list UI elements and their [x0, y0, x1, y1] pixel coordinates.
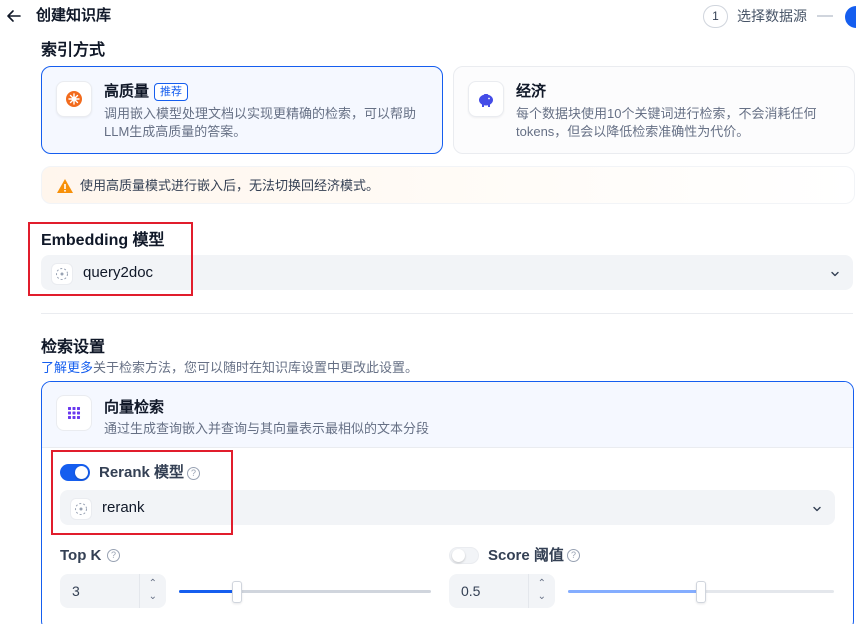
top-k-value: 3 [72, 583, 80, 599]
vector-search-title: 向量检索 [104, 399, 165, 416]
retrieval-desc-text: 关于检索方法，您可以随时在知识库设置中更改此设置。 [93, 360, 419, 375]
annotation-highlight-rerank [51, 450, 233, 535]
score-threshold-slider-fill [568, 590, 701, 593]
arrow-left-icon[interactable] [6, 7, 24, 25]
chevron-down-icon[interactable]: ⌄ [149, 592, 157, 602]
grid-dots-icon [56, 395, 92, 431]
vector-search-header: 向量检索 通过生成查询嵌入并查询与其向量表示最相似的文本分段 [42, 382, 853, 448]
score-threshold-slider-thumb[interactable] [696, 581, 706, 603]
score-threshold-slider[interactable] [568, 581, 834, 603]
score-threshold-value: 0.5 [461, 583, 481, 599]
option-title: 经济 [516, 83, 547, 100]
score-threshold-label: Score 阈值 [488, 547, 564, 564]
active-step-indicator [845, 6, 856, 28]
index-option-high-quality[interactable]: 高质量 推荐 调用嵌入模型处理文档以实现更精确的检索，可以帮助LLM生成高质量的… [41, 66, 443, 154]
top-k-slider[interactable] [179, 581, 431, 603]
chevron-down-icon [811, 502, 823, 514]
option-title: 高质量 [104, 83, 150, 100]
recommended-badge: 推荐 [154, 83, 188, 101]
index-method-title: 索引方式 [41, 42, 106, 59]
retrieval-settings-description: 了解更多关于检索方法，您可以随时在知识库设置中更改此设置。 [41, 360, 418, 376]
help-circle-icon[interactable]: ? [107, 549, 120, 562]
help-circle-icon[interactable]: ? [567, 549, 580, 562]
section-divider [41, 313, 853, 314]
top-k-slider-thumb[interactable] [231, 581, 242, 603]
option-description: 调用嵌入模型处理文档以实现更精确的检索，可以帮助LLM生成高质量的答案。 [104, 106, 417, 139]
header-bar: 创建知识库 1 选择数据源 [0, 0, 856, 34]
step-connector [817, 15, 833, 17]
chevron-down-icon [829, 267, 841, 279]
top-k-input[interactable]: 3 ⌃ ⌄ [60, 574, 166, 608]
index-warning-banner: 使用高质量模式进行嵌入后，无法切换回经济模式。 [41, 166, 855, 204]
annotation-highlight-embedding [28, 222, 193, 296]
score-threshold-input[interactable]: 0.5 ⌃ ⌄ [449, 574, 555, 608]
learn-more-link[interactable]: 了解更多 [41, 360, 93, 375]
warning-triangle-icon [56, 177, 74, 195]
chevron-up-icon[interactable]: ⌃ [538, 579, 546, 589]
top-k-label: Top K [60, 547, 102, 564]
retrieval-settings-title: 检索设置 [41, 339, 106, 356]
option-description: 每个数据块使用10个关键词进行检索，不会消耗任何 tokens，但会以降低检索准… [516, 106, 817, 139]
vector-search-description: 通过生成查询嵌入并查询与其向量表示最相似的文本分段 [104, 421, 430, 436]
score-threshold-toggle[interactable] [449, 547, 479, 564]
warning-text: 使用高质量模式进行嵌入后，无法切换回经济模式。 [80, 178, 380, 193]
page-title: 创建知识库 [36, 7, 112, 24]
chevron-down-icon[interactable]: ⌄ [538, 592, 546, 602]
chevron-up-icon[interactable]: ⌃ [149, 579, 157, 589]
step-number: 1 [703, 5, 728, 28]
piggy-bank-icon [468, 81, 504, 117]
index-option-economy[interactable]: 经济 每个数据块使用10个关键词进行检索，不会消耗任何 tokens，但会以降低… [453, 66, 855, 154]
top-k-slider-fill [179, 590, 237, 593]
sparkle-icon [56, 81, 92, 117]
step-label[interactable]: 选择数据源 [737, 7, 807, 25]
